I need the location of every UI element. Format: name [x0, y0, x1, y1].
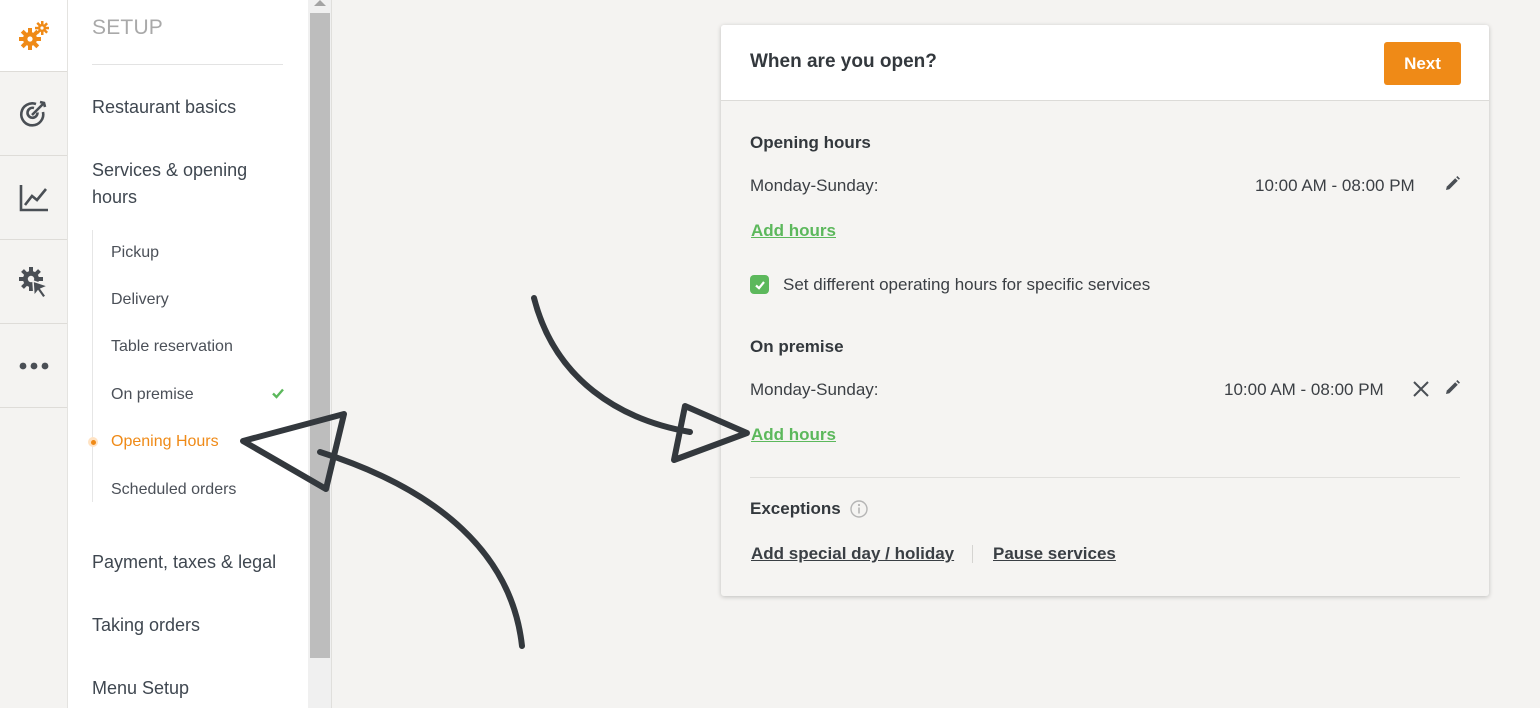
active-indicator-dot: [88, 437, 98, 447]
setup-nav: SETUP Restaurant basics Services & openi…: [68, 0, 308, 708]
opening-hours-title: Opening hours: [750, 133, 871, 152]
gear-cursor-icon: [18, 266, 50, 299]
rail-item-automation[interactable]: [0, 240, 67, 324]
different-hours-checkbox[interactable]: [750, 275, 769, 294]
on-premise-time: 10:00 AM - 08:00 PM: [1224, 380, 1384, 399]
checkbox-check-icon: [754, 280, 765, 290]
subnav-item-scheduled-orders[interactable]: Scheduled orders: [111, 480, 236, 500]
nav-title: SETUP: [92, 16, 164, 39]
target-icon: [19, 100, 46, 127]
nav-item-menu-setup[interactable]: Menu Setup: [92, 675, 292, 702]
completed-check-icon: [272, 388, 284, 399]
rail-item-marketing[interactable]: [0, 72, 67, 156]
nav-item-taking-orders[interactable]: Taking orders: [92, 612, 292, 639]
on-premise-day: Monday-Sunday:: [750, 380, 879, 399]
info-icon[interactable]: [850, 500, 868, 518]
edit-pencil-icon[interactable]: [1443, 175, 1461, 193]
rail-item-setup[interactable]: [0, 0, 67, 72]
subnav-item-delivery[interactable]: Delivery: [111, 290, 169, 310]
rail-item-analytics[interactable]: [0, 156, 67, 240]
scroll-up-arrow[interactable]: [314, 0, 326, 6]
card-title: When are you open?: [750, 51, 937, 72]
analytics-chart-icon: [19, 184, 48, 211]
nav-divider: [92, 64, 283, 65]
next-button[interactable]: Next: [1384, 42, 1461, 85]
link-divider: [972, 545, 973, 563]
different-hours-label[interactable]: Set different operating hours for specif…: [783, 275, 1150, 295]
section-separator: [750, 477, 1460, 478]
opening-hours-time: 10:00 AM - 08:00 PM: [1255, 176, 1415, 195]
on-premise-title: On premise: [750, 337, 844, 356]
pause-services-link[interactable]: Pause services: [993, 544, 1116, 564]
nav-item-services-hours[interactable]: Services & opening hours: [92, 157, 267, 211]
subnav-line: [92, 230, 93, 502]
opening-hours-card: When are you open? Next Opening hours Mo…: [721, 25, 1489, 596]
subnav-item-opening-hours[interactable]: Opening Hours: [111, 432, 219, 452]
card-header: When are you open? Next: [721, 25, 1489, 101]
edit-pencil-icon[interactable]: [1443, 379, 1461, 397]
add-special-day-link[interactable]: Add special day / holiday: [751, 544, 954, 564]
exceptions-title: Exceptions: [750, 499, 841, 518]
on-premise-add-hours-link[interactable]: Add hours: [751, 425, 836, 445]
nav-scrollbar[interactable]: [308, 0, 332, 708]
settings-gears-icon: [18, 20, 49, 50]
rail-item-more[interactable]: [0, 324, 67, 408]
icon-rail: [0, 0, 68, 708]
nav-item-payment[interactable]: Payment, taxes & legal: [92, 549, 292, 576]
nav-item-restaurant-basics[interactable]: Restaurant basics: [92, 94, 292, 121]
more-dots-icon: [19, 362, 48, 369]
opening-hours-day: Monday-Sunday:: [750, 176, 879, 195]
subnav-item-pickup[interactable]: Pickup: [111, 243, 159, 263]
subnav-item-table-reservation[interactable]: Table reservation: [111, 337, 233, 357]
arrow-to-add-hours: [531, 295, 750, 463]
subnav-item-on-premise[interactable]: On premise: [111, 385, 194, 405]
add-hours-link[interactable]: Add hours: [751, 221, 836, 241]
scroll-thumb[interactable]: [310, 13, 330, 658]
remove-x-icon[interactable]: [1412, 380, 1430, 398]
